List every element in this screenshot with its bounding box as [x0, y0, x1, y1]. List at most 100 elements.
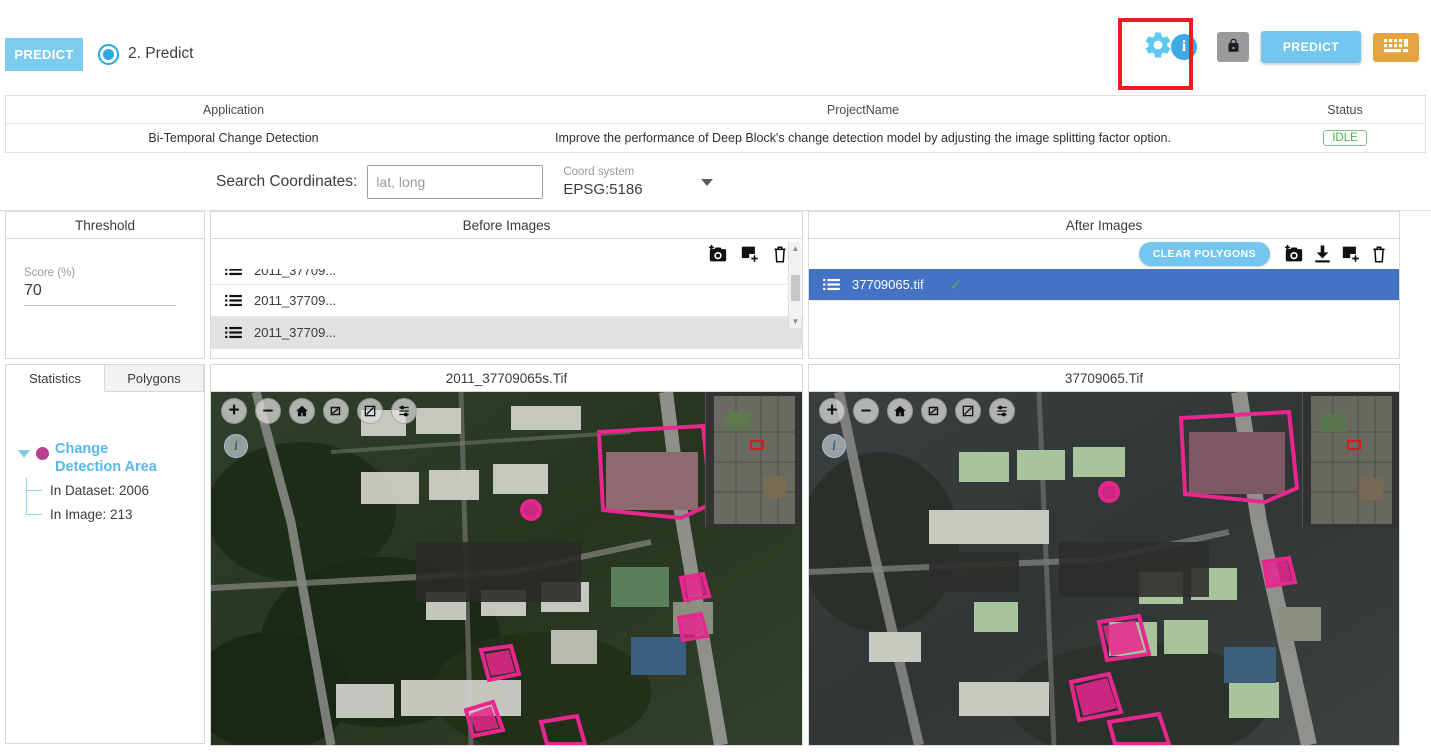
predict-stage-tag[interactable]: PREDICT	[5, 38, 83, 71]
threshold-title: Threshold	[6, 212, 204, 239]
app-root: PREDICT 2. Predict i PREDICT	[0, 0, 1431, 756]
table-row: Bi-Temporal Change Detection Improve the…	[6, 124, 1425, 153]
scrollbar-thumb[interactable]	[791, 275, 800, 301]
help-info-badge[interactable]: i	[1171, 34, 1197, 60]
measure-icon[interactable]	[357, 398, 383, 424]
before-images-panel: Before Images	[210, 211, 803, 359]
before-list-scrollbar[interactable]: ▲ ▼	[788, 242, 801, 328]
after-images-list[interactable]: 37709065.tif ✓	[809, 269, 1399, 357]
score-field[interactable]: Score (%) 70	[6, 239, 204, 306]
score-value[interactable]: 70	[24, 279, 176, 306]
after-images-toolbar: CLEAR POLYGONS	[809, 239, 1399, 269]
after-images-panel: After Images CLEAR POLYGONS	[808, 211, 1400, 359]
coord-system-select[interactable]: Coord system EPSG:5186	[563, 165, 723, 199]
add-image-icon[interactable]	[740, 245, 760, 263]
tab-polygons[interactable]: Polygons	[105, 365, 204, 392]
before-images-list[interactable]: 2011_37709... 2011_37709...	[211, 269, 802, 357]
download-icon[interactable]	[1314, 245, 1331, 263]
polygon-icon[interactable]	[921, 398, 947, 424]
before-map-minimap[interactable]	[705, 392, 802, 527]
step-radio-predict[interactable]	[98, 44, 119, 65]
zoom-out-icon[interactable]	[255, 398, 281, 424]
search-coordinates-row: Search Coordinates: Coord system EPSG:51…	[0, 153, 1431, 211]
before-map-tools	[221, 398, 417, 424]
after-map-minimap[interactable]	[1302, 392, 1399, 527]
tree-child-in-image: In Image: 213	[26, 502, 204, 526]
delete-icon[interactable]	[772, 245, 788, 264]
tab-statistics[interactable]: Statistics	[6, 365, 105, 392]
tree-children: In Dataset: 2006 In Image: 213	[26, 478, 204, 526]
home-icon[interactable]	[289, 398, 315, 424]
polygon-icon[interactable]	[323, 398, 349, 424]
after-map-title: 37709065.Tif	[809, 365, 1399, 392]
header-projectname: ProjectName	[461, 103, 1265, 117]
top-bar: PREDICT 2. Predict i PREDICT	[0, 0, 1431, 95]
header-status: Status	[1265, 103, 1425, 117]
lower-row: Statistics Polygons Change Detection Are…	[0, 359, 1431, 746]
score-caption: Score (%)	[24, 267, 186, 279]
zoom-in-icon[interactable]	[221, 398, 247, 424]
keyboard-shortcuts-button[interactable]	[1373, 33, 1419, 62]
settings-group[interactable]: i	[1143, 30, 1205, 64]
cell-application: Bi-Temporal Change Detection	[6, 131, 461, 145]
clear-polygons-button[interactable]: CLEAR POLYGONS	[1139, 242, 1270, 266]
list-item[interactable]: 37709065.tif ✓	[809, 269, 1399, 301]
minimap-viewport[interactable]	[1347, 440, 1361, 450]
before-map-title: 2011_37709065s.Tif	[211, 365, 802, 392]
add-image-icon[interactable]	[1341, 245, 1361, 263]
minimap-viewport[interactable]	[750, 440, 764, 450]
settings-icon[interactable]	[391, 398, 417, 424]
zoom-in-icon[interactable]	[819, 398, 845, 424]
status-badge: IDLE	[1323, 130, 1367, 146]
zoom-out-icon[interactable]	[853, 398, 879, 424]
list-item[interactable]: 2011_37709...	[211, 285, 802, 317]
gear-icon[interactable]	[1143, 30, 1173, 65]
before-map-panel: 2011_37709065s.Tif	[210, 364, 803, 746]
cell-status: IDLE	[1265, 130, 1425, 146]
lock-icon	[1226, 37, 1241, 57]
coord-system-caption: Coord system	[563, 165, 723, 180]
file-name: 2011_37709...	[254, 269, 336, 278]
measure-icon[interactable]	[955, 398, 981, 424]
map-info-icon[interactable]: i	[224, 434, 248, 458]
settings-icon[interactable]	[989, 398, 1015, 424]
before-images-toolbar	[211, 239, 802, 269]
scroll-down-icon[interactable]: ▼	[789, 315, 802, 328]
delete-icon[interactable]	[1371, 245, 1387, 264]
list-icon	[225, 294, 242, 307]
step-label: 2. Predict	[128, 45, 193, 63]
camera-plus-icon[interactable]	[1284, 245, 1304, 263]
caret-down-icon[interactable]	[18, 450, 30, 458]
before-images-title: Before Images	[211, 212, 802, 239]
lock-button[interactable]	[1217, 32, 1249, 62]
search-input[interactable]	[367, 165, 543, 199]
list-item[interactable]: 2011_37709...	[211, 269, 802, 285]
list-icon	[225, 269, 242, 276]
tree-node-change-detection-area[interactable]: Change Detection Area	[18, 440, 204, 476]
file-name: 2011_37709...	[254, 325, 336, 340]
list-icon	[225, 326, 242, 339]
camera-plus-icon[interactable]	[708, 245, 728, 263]
check-icon: ✓	[950, 276, 963, 294]
panels-row: Threshold Score (%) 70 Before Images	[0, 211, 1431, 359]
search-label: Search Coordinates:	[216, 173, 357, 191]
keyboard-icon	[1381, 36, 1411, 58]
list-item[interactable]: 2011_37709...	[211, 317, 802, 349]
tree-node-label[interactable]: Change Detection Area	[55, 440, 165, 476]
threshold-panel: Threshold Score (%) 70	[5, 211, 205, 359]
header-application: Application	[6, 103, 461, 117]
statistics-panel: Statistics Polygons Change Detection Are…	[5, 364, 205, 744]
chevron-down-icon[interactable]	[701, 179, 713, 186]
project-info-table: Application ProjectName Status Bi-Tempor…	[5, 95, 1426, 153]
before-map-canvas[interactable]: i	[211, 392, 802, 745]
home-icon[interactable]	[887, 398, 913, 424]
scroll-up-icon[interactable]: ▲	[789, 242, 802, 255]
statistics-tabs: Statistics Polygons	[6, 365, 204, 392]
map-info-icon[interactable]: i	[822, 434, 846, 458]
predict-button[interactable]: PREDICT	[1261, 31, 1361, 63]
table-header-row: Application ProjectName Status	[6, 96, 1425, 124]
list-icon	[823, 278, 840, 291]
toolbar-actions: i PREDICT	[1143, 30, 1419, 64]
file-name: 2011_37709...	[254, 293, 336, 308]
after-map-canvas[interactable]: i	[809, 392, 1399, 745]
